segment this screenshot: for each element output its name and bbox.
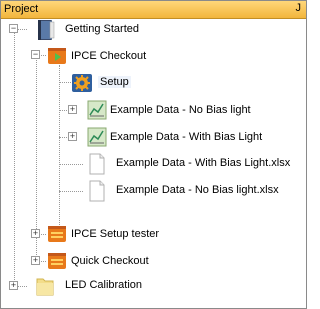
tree-item-ipce-setup-tester[interactable]: IPCE Setup tester (47, 224, 197, 246)
panel-title: Project (4, 3, 39, 15)
gear-icon (72, 74, 92, 92)
book-icon (38, 20, 55, 40)
collapse-toggle-getting-started[interactable]: − (9, 24, 18, 33)
tree-item-label: Setup (98, 76, 131, 88)
tree-item-label: IPCE Setup tester (71, 228, 160, 240)
expand-toggle-quick-checkout[interactable]: + (31, 256, 40, 265)
tree-item-label: LED Calibration (65, 279, 143, 291)
expand-toggle-led-calibration[interactable]: + (9, 281, 18, 290)
chart-icon (87, 100, 107, 120)
expand-toggle-ipce-setup-tester[interactable]: + (31, 229, 40, 238)
collapse-toggle-ipce-checkout[interactable]: − (31, 50, 40, 59)
folder-icon (36, 278, 54, 296)
tree-item-quick-checkout[interactable]: Quick Checkout (47, 251, 197, 273)
document-icon (89, 153, 105, 175)
tree-item-xlsx-with-bias-light[interactable]: Example Data - With Bias Light.xlsx (87, 153, 303, 175)
tree-item-getting-started[interactable]: Getting Started (35, 19, 195, 41)
project-panel: Project J − Getting Started − IPCE Check… (0, 0, 307, 309)
slideshow-icon (48, 48, 66, 64)
tree-item-label: Example Data - With Bias Light.xlsx (116, 157, 291, 169)
project-tree: − Getting Started − IPCE Checkout Setup … (1, 19, 306, 308)
expand-toggle-example-no-bias[interactable]: + (68, 105, 77, 114)
tree-item-example-data-no-bias-light[interactable]: Example Data - No Bias light (87, 100, 287, 122)
tree-item-xlsx-no-bias-light[interactable]: Example Data - No Bias light.xlsx (87, 180, 303, 202)
tree-item-label: Example Data - No Bias light.xlsx (116, 184, 279, 196)
panel-titlebar: Project J (1, 1, 306, 19)
tree-item-led-calibration[interactable]: LED Calibration (35, 275, 185, 297)
expand-toggle-example-with-bias[interactable]: + (68, 132, 77, 141)
chart-icon (87, 127, 107, 147)
tree-item-setup[interactable]: Setup (71, 72, 151, 94)
tree-item-label: IPCE Checkout (71, 50, 147, 62)
tree-item-ipce-checkout[interactable]: IPCE Checkout (47, 46, 187, 68)
tree-item-label: Example Data - With Bias Light (110, 131, 263, 143)
document-icon (89, 180, 105, 202)
tree-item-label: Quick Checkout (71, 255, 149, 267)
slideshow-icon (48, 253, 66, 269)
tree-item-example-data-with-bias-light[interactable]: Example Data - With Bias Light (87, 127, 297, 149)
pin-icon[interactable]: J (296, 2, 302, 14)
tree-item-label: Getting Started (65, 23, 139, 35)
slideshow-icon (48, 226, 66, 242)
tree-item-label: Example Data - No Bias light (110, 104, 251, 116)
